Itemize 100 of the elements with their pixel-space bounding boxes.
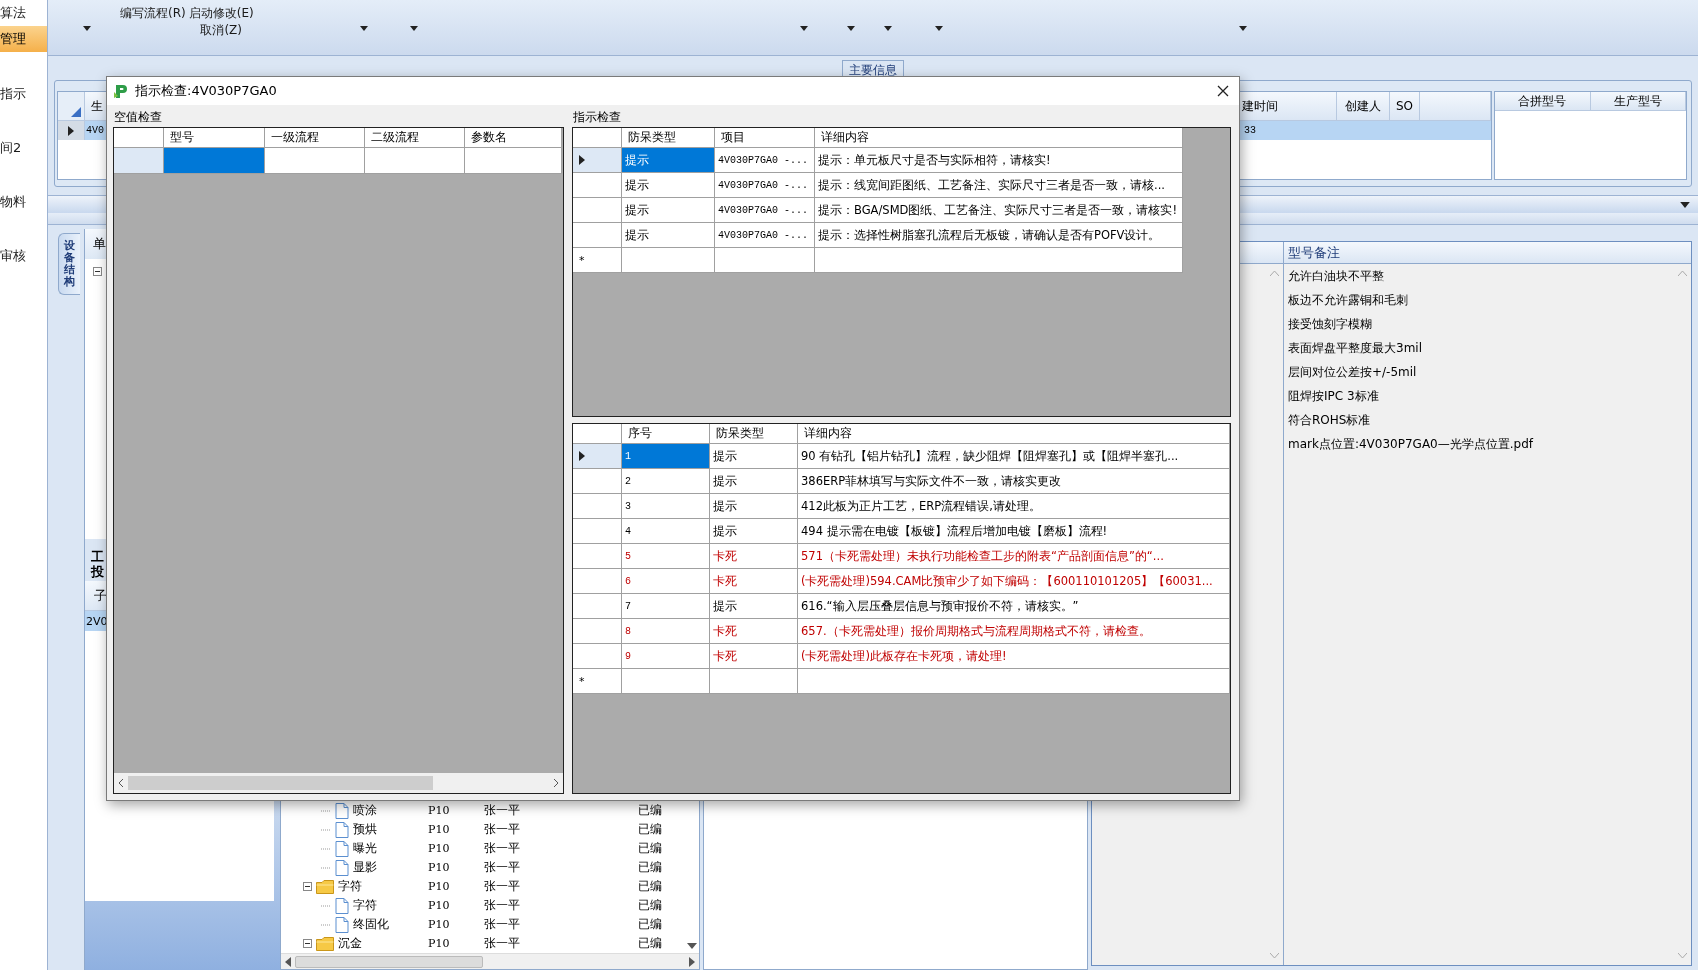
table-cell[interactable] xyxy=(715,248,815,273)
horizontal-scrollbar[interactable] xyxy=(114,773,563,793)
collapse-icon[interactable] xyxy=(303,939,312,948)
collapse-icon[interactable] xyxy=(93,267,102,276)
table-cell[interactable] xyxy=(710,669,798,694)
sidebar-item[interactable]: 审核 xyxy=(0,214,47,268)
dropdown-caret-icon[interactable] xyxy=(83,26,91,31)
column-header[interactable] xyxy=(1420,92,1491,121)
sidebar-item[interactable]: 指示 xyxy=(0,52,47,106)
table-cell[interactable]: 提示 xyxy=(622,198,715,223)
table-cell[interactable]: 提示 xyxy=(622,173,715,198)
close-icon[interactable] xyxy=(1217,85,1229,97)
table-cell[interactable]: 386ERP菲林填写与实际文件不一致，请核实更改 xyxy=(798,469,1230,494)
table-cell[interactable]: 提示 xyxy=(622,148,715,173)
table-cell[interactable]: 提示：线宽间距图纸、工艺备注、实际尺寸三者是否一致，请核... xyxy=(815,173,1183,198)
dropdown-caret-icon[interactable] xyxy=(359,26,368,31)
row-header[interactable] xyxy=(573,444,622,469)
table-cell[interactable]: 7 xyxy=(622,594,710,619)
table-cell[interactable]: 4V030P7GA0 -... xyxy=(715,148,815,173)
column-header[interactable]: 详细内容 xyxy=(815,128,1183,148)
table-cell[interactable]: 657.（卡死需处理）报价周期格式与流程周期格式不符，请检查。 xyxy=(798,619,1230,644)
table-cell[interactable] xyxy=(365,148,465,174)
table-cell[interactable]: 1 xyxy=(622,444,710,469)
table-cell[interactable]: 616.“输入层压叠层信息与预审报价不符，请核实。” xyxy=(798,594,1230,619)
column-header[interactable]: 详细内容 xyxy=(798,424,1230,444)
column-header[interactable]: 型号备注 xyxy=(1284,242,1340,263)
table-cell[interactable]: 提示 xyxy=(710,494,798,519)
sidebar-item[interactable]: 间2 xyxy=(0,106,47,160)
dropdown-caret-icon[interactable] xyxy=(1238,26,1247,31)
scroll-left-icon[interactable] xyxy=(118,778,124,788)
dropdown-caret-icon[interactable] xyxy=(1680,201,1690,208)
table-cell[interactable]: 4V030P7GA0 -... xyxy=(715,223,815,248)
table-cell[interactable]: 提示：选择性树脂塞孔流程后无板镀，请确认是否有POFV设计。 xyxy=(815,223,1183,248)
dropdown-caret-icon[interactable] xyxy=(409,26,418,31)
tree-item[interactable]: 喷涂 xyxy=(353,802,377,819)
dropdown-caret-icon[interactable] xyxy=(799,26,808,31)
table-cell[interactable] xyxy=(798,669,1230,694)
column-header[interactable]: 生产型号 xyxy=(1590,92,1686,111)
table-cell[interactable]: 9 xyxy=(622,644,710,669)
table-cell[interactable] xyxy=(164,148,265,174)
table-cell[interactable] xyxy=(265,148,365,174)
table-cell[interactable]: 提示：单元板尺寸是否与实际相符，请核实! xyxy=(815,148,1183,173)
column-header[interactable]: 创建人 xyxy=(1337,92,1390,121)
column-header[interactable]: 防呆类型 xyxy=(622,128,715,148)
table-cell[interactable]: 提示：BGA/SMD图纸、工艺备注、实际尺寸三者是否一致，请核实! xyxy=(815,198,1183,223)
column-header[interactable]: 型号 xyxy=(164,128,265,148)
table-cell[interactable]: 4V030P7GA0 -... xyxy=(715,173,815,198)
column-header[interactable] xyxy=(114,128,164,148)
table-cell[interactable] xyxy=(815,248,1183,273)
tree-item[interactable]: 字符 xyxy=(338,878,362,895)
table-cell[interactable]: 提示 xyxy=(710,469,798,494)
scroll-up-icon[interactable] xyxy=(1270,270,1279,276)
toolbar-button[interactable]: 取消(Z) xyxy=(200,22,242,39)
table-cell[interactable]: 提示 xyxy=(710,594,798,619)
column-header[interactable]: 合拼型号 xyxy=(1495,92,1591,111)
toolbar-button[interactable]: 启动修改(E) xyxy=(188,5,254,22)
scroll-right-icon[interactable] xyxy=(553,778,559,788)
table-cell[interactable]: 4 xyxy=(622,519,710,544)
table-cell[interactable]: 卡死 xyxy=(710,619,798,644)
tree-item[interactable]: 曝光 xyxy=(353,840,377,857)
scrollbar-thumb[interactable] xyxy=(128,776,433,790)
table-cell[interactable]: 卡死 xyxy=(710,644,798,669)
table-cell[interactable]: 412此板为正片工艺，ERP流程错误,请处理。 xyxy=(798,494,1230,519)
horizontal-scrollbar[interactable] xyxy=(281,953,699,969)
table-cell[interactable]: 2 xyxy=(622,469,710,494)
row-header[interactable] xyxy=(573,148,622,173)
table-cell[interactable]: (卡死需处理)此板存在卡死项，请处理! xyxy=(798,644,1230,669)
dropdown-caret-icon[interactable] xyxy=(846,26,855,31)
table-cell[interactable]: 提示 xyxy=(710,444,798,469)
sidebar-item[interactable]: 算法 xyxy=(0,0,47,26)
scrollbar-thumb[interactable] xyxy=(295,955,483,968)
table-cell[interactable]: 提示 xyxy=(622,223,715,248)
table-cell[interactable]: 6 xyxy=(622,569,710,594)
table-cell[interactable]: 提示 xyxy=(710,519,798,544)
sidebar-item[interactable]: 管理 xyxy=(0,26,47,52)
table-cell[interactable]: 5 xyxy=(622,544,710,569)
scroll-right-icon[interactable] xyxy=(689,956,695,967)
column-header[interactable]: 序号 xyxy=(622,424,710,444)
table-cell[interactable]: 4V030P7GA0 -... xyxy=(715,198,815,223)
row-header[interactable] xyxy=(58,121,85,140)
table-cell[interactable]: 3 xyxy=(622,494,710,519)
tree-item[interactable]: 沉金 xyxy=(338,935,362,952)
sidebar-item[interactable]: 物料 xyxy=(0,160,47,214)
scroll-down-icon[interactable] xyxy=(687,943,697,949)
column-header[interactable]: 一级流程 xyxy=(265,128,365,148)
toolbar-button[interactable]: 编写流程(R) xyxy=(120,5,186,22)
dropdown-caret-icon[interactable] xyxy=(883,26,892,31)
scroll-left-icon[interactable] xyxy=(285,956,291,967)
table-cell[interactable]: 571（卡死需处理）未执行功能检查工步的附表“产品剖面信息”的“... xyxy=(798,544,1230,569)
collapse-icon[interactable] xyxy=(303,882,312,891)
tree-item[interactable]: 终固化 xyxy=(353,916,389,933)
column-header[interactable]: 二级流程 xyxy=(365,128,465,148)
table-cell[interactable]: 8 xyxy=(622,619,710,644)
tree-item[interactable]: 显影 xyxy=(353,859,377,876)
table-cell[interactable]: 494 提示需在电镀【板镀】流程后增加电镀【磨板】流程! xyxy=(798,519,1230,544)
table-cell[interactable]: 90 有钻孔【铝片钻孔】流程，缺少阻焊【阻焊塞孔】或【阻焊半塞孔... xyxy=(798,444,1230,469)
vertical-tab[interactable]: 设备结构 xyxy=(58,233,80,296)
table-cell[interactable]: (卡死需处理)594.CAM比预审少了如下编码：【600110101205】【60031... xyxy=(798,569,1230,594)
dropdown-caret-icon[interactable] xyxy=(934,26,943,31)
tree-item[interactable]: 预烘 xyxy=(353,821,377,838)
